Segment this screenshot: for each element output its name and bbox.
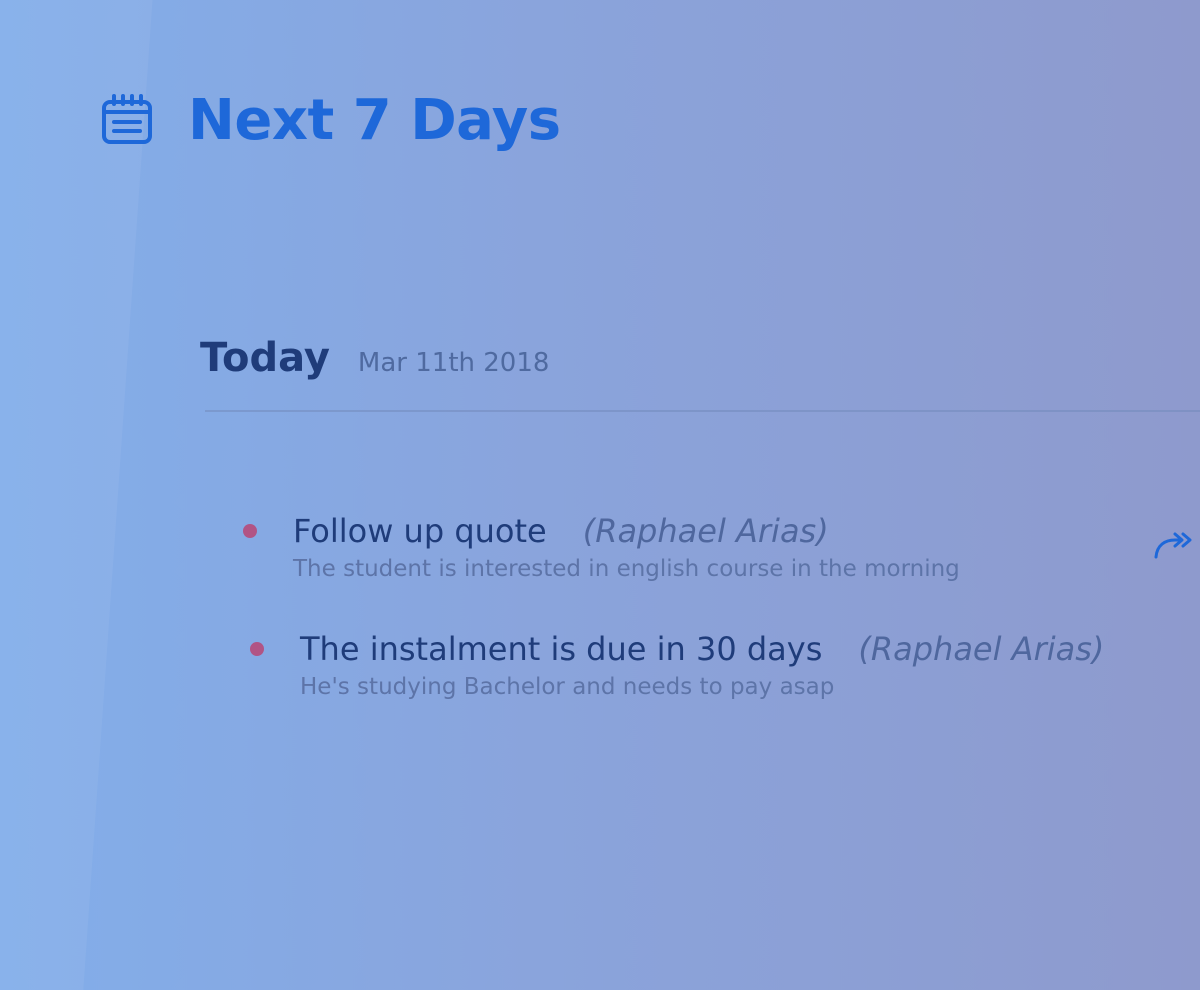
task-bullet [243,524,257,539]
task-description: The student is interested in english cou… [293,556,960,583]
day-date: Mar 11th 2018 [357,348,550,378]
calendar-icon [98,92,156,150]
task-person[interactable]: (Raphael Arias) [583,512,829,550]
task-title[interactable]: Follow up quote [293,512,547,550]
task-item[interactable]: Follow up quote (Raphael Arias) The stud… [243,512,1200,584]
task-title[interactable]: The instalment is due in 30 days [300,630,822,668]
task-bullet [250,642,264,657]
page-header: Next 7 Days [98,92,561,150]
task-header: The instalment is due in 30 days (Raphae… [250,630,1200,668]
page-title: Next 7 Days [188,88,561,153]
task-description: He's studying Bachelor and needs to pay … [300,674,835,701]
task-item[interactable]: The instalment is due in 30 days (Raphae… [250,630,1200,702]
forward-icon[interactable] [1151,529,1195,563]
task-person[interactable]: (Raphael Arias) [858,630,1104,668]
task-header: Follow up quote (Raphael Arias) [243,512,1200,550]
day-heading: Today Mar 11th 2018 [200,338,549,378]
section-divider [205,410,1200,412]
day-label: Today [200,335,330,381]
